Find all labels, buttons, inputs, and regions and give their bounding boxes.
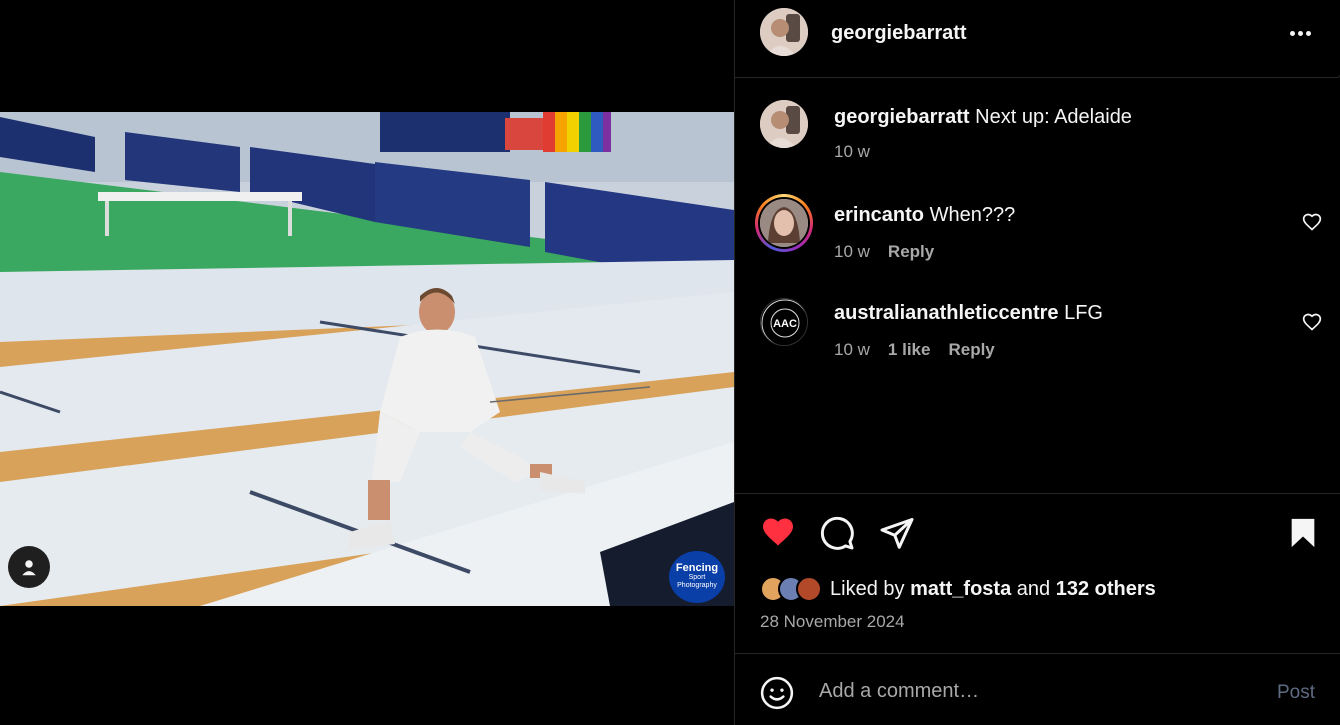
comment-like-icon[interactable] <box>1302 212 1322 232</box>
caption-time[interactable]: 10 w <box>834 142 870 162</box>
comment-meta: 10 w Reply <box>834 242 934 262</box>
more-icon <box>1289 30 1295 36</box>
author-username[interactable]: georgiebarratt <box>831 22 967 45</box>
heart-icon[interactable] <box>759 514 797 550</box>
post-actions: Liked by matt_fosta and 132 others 28 No… <box>735 493 1340 653</box>
comment-avatar <box>760 199 808 247</box>
post-photo[interactable] <box>0 112 734 606</box>
comment-text: erincanto When??? <box>834 204 1015 227</box>
liker-username[interactable]: matt_fosta <box>910 578 1011 600</box>
user-tag-icon <box>22 560 36 576</box>
comment-input[interactable] <box>819 674 1249 708</box>
post-media: Fencing Sport Photography <box>0 0 734 725</box>
comment-time[interactable]: 10 w <box>834 340 870 360</box>
more-icon-dot <box>1305 30 1311 36</box>
caption-text: georgiebarratt Next up: Adelaide <box>834 106 1132 129</box>
more-icon-dot <box>1297 30 1303 36</box>
watermark-line1: Fencing <box>675 562 719 574</box>
watermark-line3: Photography <box>677 582 717 589</box>
likes-others-link[interactable]: 132 others <box>1056 578 1156 600</box>
comment-avatar[interactable]: AAC <box>760 298 808 346</box>
share-icon[interactable] <box>879 515 915 551</box>
watermark-line2: Sport <box>688 574 706 581</box>
comments-list: georgiebarratt Next up: Adelaide 10 w er… <box>735 78 1340 493</box>
reply-button[interactable]: Reply <box>948 340 994 360</box>
post-header: georgiebarratt <box>735 0 1340 78</box>
caption-avatar[interactable] <box>760 100 808 148</box>
reply-button[interactable]: Reply <box>888 242 934 262</box>
comment-body: When??? <box>929 204 1016 226</box>
comment-username[interactable]: erincanto <box>834 204 924 226</box>
photo-watermark: Fencing Sport Photography <box>669 551 725 603</box>
post-date[interactable]: 28 November 2024 <box>760 612 905 632</box>
comment-bar: Post <box>735 653 1340 725</box>
likes-summary: Liked by matt_fosta and 132 others <box>760 576 1156 602</box>
comment-time[interactable]: 10 w <box>834 242 870 262</box>
likes-and: and <box>1016 577 1051 600</box>
liker-avatar <box>796 576 822 602</box>
post-panel: georgiebarratt georgiebarratt Next up: A… <box>734 0 1340 725</box>
author-avatar[interactable] <box>760 8 808 56</box>
comment-text: australianathleticcentre LFG <box>834 302 1103 325</box>
story-ring[interactable] <box>755 194 813 252</box>
caption-meta: 10 w <box>834 142 870 162</box>
comment-body: LFG <box>1064 302 1103 324</box>
post-comment-button[interactable]: Post <box>1277 682 1315 704</box>
comment-likes-count[interactable]: 1 like <box>888 340 931 360</box>
svg-text:AAC: AAC <box>773 318 797 330</box>
comment-username[interactable]: australianathleticcentre <box>834 302 1059 324</box>
user-tag-button[interactable] <box>8 546 50 588</box>
more-options-button[interactable] <box>1285 18 1315 48</box>
comment-like-icon[interactable] <box>1302 312 1322 332</box>
comment-meta: 10 w 1 like Reply <box>834 340 995 360</box>
bookmark-icon[interactable] <box>1286 515 1320 551</box>
caption-body: Next up: Adelaide <box>975 106 1132 128</box>
caption-username[interactable]: georgiebarratt <box>834 106 970 128</box>
likes-prefix: Liked by <box>830 577 905 600</box>
emoji-icon[interactable] <box>760 676 794 710</box>
likes-text: Liked by matt_fosta and 132 others <box>830 578 1156 601</box>
comment-icon[interactable] <box>819 515 855 551</box>
